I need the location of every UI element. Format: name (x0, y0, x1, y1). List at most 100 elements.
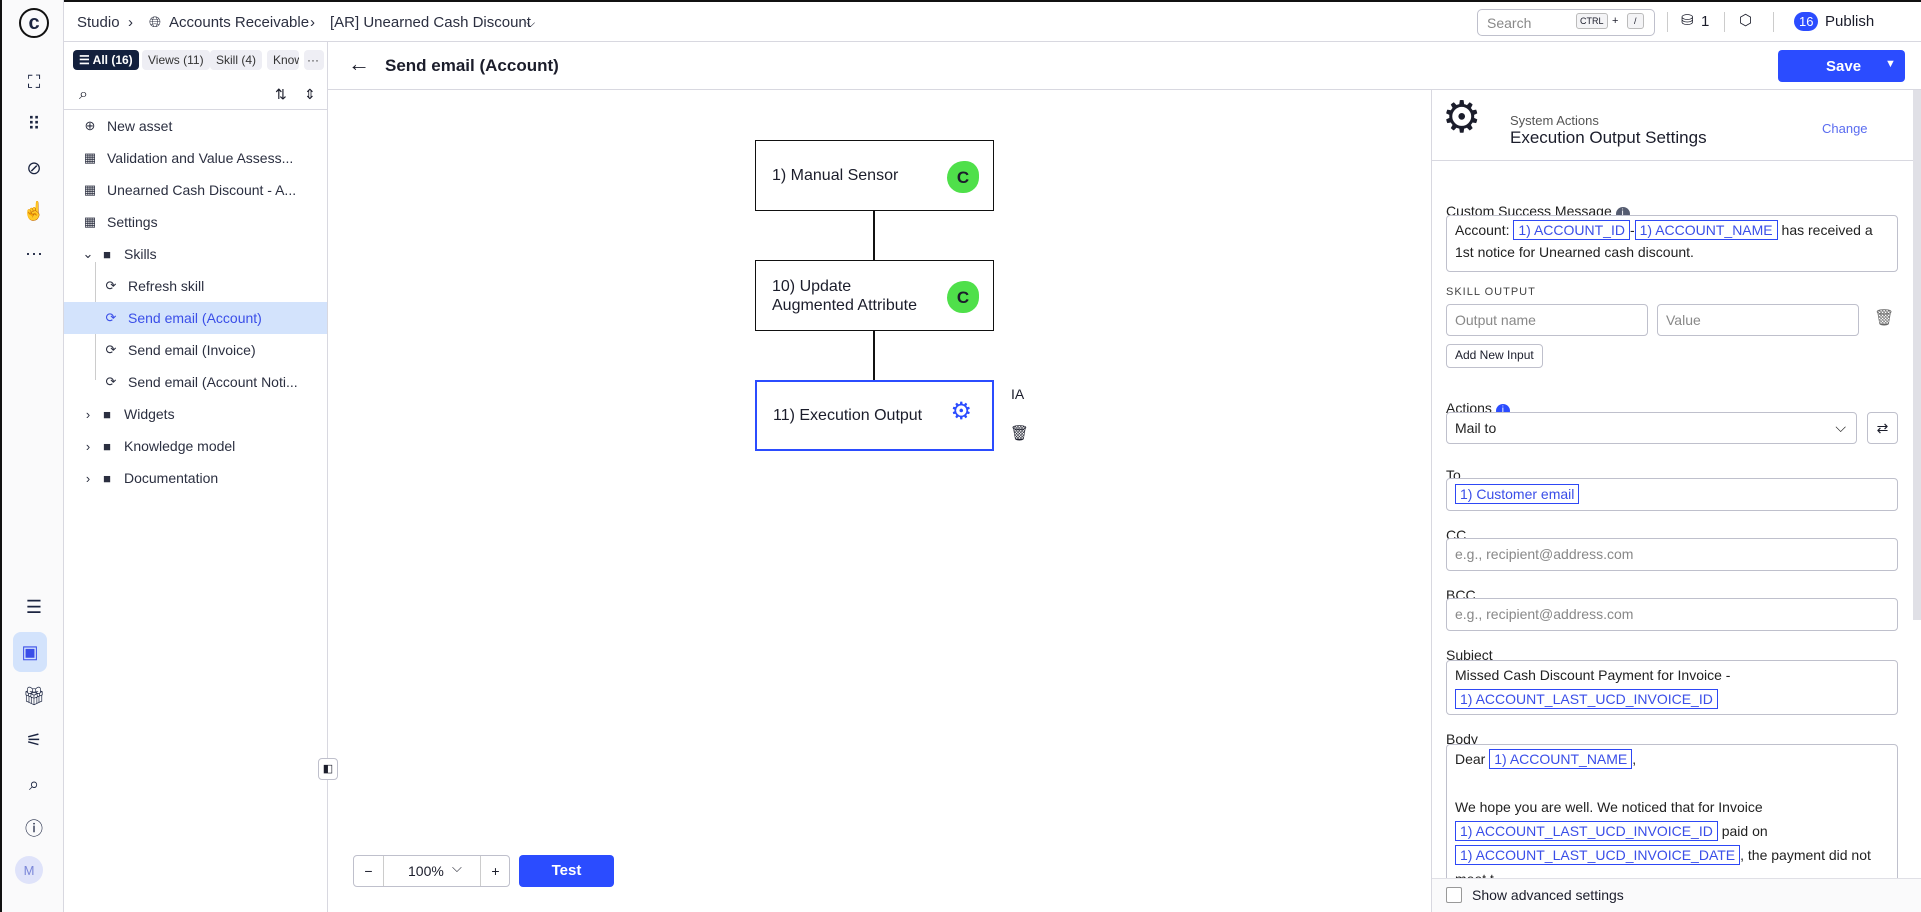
variable-token: 1) ACCOUNT_LAST_UCD_INVOICE_ID (1455, 689, 1718, 709)
skill-icon: ⟳ (105, 342, 117, 357)
collapse-all-icon[interactable]: ⇕ (304, 86, 316, 103)
hand-pointer-icon[interactable]: ☝ (16, 193, 52, 229)
variable-token: 1) ACCOUNT_NAME (1489, 749, 1633, 769)
tree-item-settings[interactable]: ▦ Settings (64, 206, 327, 238)
tree-item-skill[interactable]: ⟳ Send email (Account Noti... (64, 366, 327, 398)
chevron-right-icon: › (128, 14, 133, 31)
output-value-input[interactable]: Value (1657, 304, 1859, 336)
filter-skill[interactable]: Skill (4) (210, 50, 263, 70)
variable-token: 1) ACCOUNT_LAST_UCD_INVOICE_DATE (1455, 845, 1741, 865)
chevron-down-icon: ⌵ (1835, 419, 1846, 435)
breadcrumb-project[interactable]: Accounts Receivable (169, 14, 309, 31)
panel-footer: Show advanced settings (1432, 878, 1921, 912)
chevron-right-icon: › (310, 14, 315, 31)
database-icon[interactable]: ⛁ (1681, 11, 1694, 29)
breadcrumb-asset[interactable]: [AR] Unearned Cash Discount (330, 14, 531, 31)
tree-item-view[interactable]: ▦ Validation and Value Assess... (64, 142, 327, 174)
filter-views[interactable]: Views (11) (142, 50, 210, 70)
scan-icon[interactable]: ⛶ (16, 64, 52, 100)
swap-icon[interactable]: ⇄ (1867, 412, 1898, 444)
chevron-down-icon[interactable]: ⌵ (526, 16, 535, 31)
compass-icon[interactable]: ⊘ (16, 150, 52, 186)
zoom-control: − 100% ⌵ + (353, 855, 510, 887)
shortcut-key: / (1627, 13, 1644, 29)
skill-icon: ⟳ (105, 374, 117, 389)
tree-folder-documentation[interactable]: › ■ Documentation (64, 462, 327, 494)
change-link[interactable]: Change (1822, 121, 1868, 136)
tree-item-skill[interactable]: ⟳ Refresh skill (64, 270, 327, 302)
zoom-in-button[interactable]: + (480, 856, 510, 886)
flow-node-execution-output[interactable]: 11) Execution Output ⚙ (755, 380, 994, 451)
subject-input[interactable]: Missed Cash Discount Payment for Invoice… (1446, 660, 1898, 715)
bcc-input[interactable]: e.g., recipient@address.com (1446, 598, 1898, 631)
add-new-input-button[interactable]: Add New Input (1446, 344, 1543, 368)
test-button[interactable]: Test (519, 855, 614, 887)
folder-icon: ■ (103, 406, 111, 422)
rename-icon[interactable]: IA (1011, 386, 1024, 402)
more-icon[interactable]: ⋯ (16, 236, 52, 272)
apps-grid-icon[interactable]: ⠿ (16, 106, 52, 142)
studio-icon[interactable]: ▣ (13, 632, 47, 672)
body-input[interactable]: Dear 1) ACCOUNT_NAME, We hope you are we… (1446, 744, 1898, 884)
top-bar: Studio › 🌐︎ Accounts Receivable › [AR] U… (64, 0, 1921, 42)
advanced-settings-label[interactable]: Show advanced settings (1472, 887, 1624, 903)
caret-down-icon[interactable]: ▼ (1885, 58, 1896, 70)
search-icon[interactable]: ⌕ (16, 766, 52, 802)
global-search-input[interactable]: Search CTRL + / (1477, 9, 1655, 36)
gift-icon[interactable]: 🎁︎ (16, 678, 52, 714)
flow-node-update-attribute[interactable]: 10) Update Augmented Attribute C (755, 260, 994, 331)
left-rail: c ⛶ ⠿ ⊘ ☝ ⋯ ☰ ▣ 🎁︎ ⚟ ⌕ ⓘ M (0, 0, 64, 912)
logo-icon[interactable]: c (19, 8, 49, 38)
save-button[interactable]: Save ▼ (1778, 50, 1905, 82)
search-icon[interactable]: ⌕ (79, 86, 88, 104)
package-settings-icon[interactable]: ⬡ (1739, 11, 1752, 29)
success-message-input[interactable]: Account: 1) ACCOUNT_ID -1) ACCOUNT_NAME h… (1446, 215, 1898, 272)
tree-folder-knowledge-model[interactable]: › ■ Knowledge model (64, 430, 327, 462)
to-input[interactable]: 1) Customer email (1446, 478, 1898, 511)
view-icon: ▦ (83, 214, 97, 229)
cc-input[interactable]: e.g., recipient@address.com (1446, 538, 1898, 571)
folder-icon: ■ (103, 438, 111, 454)
collapse-sidebar-button[interactable]: ◧ (318, 758, 338, 780)
skill-icon: ⟳ (105, 278, 117, 293)
gear-icon: ⚙ (1442, 93, 1482, 142)
tree-folder-widgets[interactable]: › ■ Widgets (64, 398, 327, 430)
output-name-input[interactable]: Output name (1446, 304, 1648, 336)
skill-output-heading: SKILL OUTPUT (1446, 286, 1536, 298)
variable-token: 1) ACCOUNT_LAST_UCD_INVOICE_ID (1455, 821, 1718, 841)
editor-header: ← Send email (Account) Save ▼ (328, 42, 1921, 90)
filter-knowledge[interactable]: Know (267, 50, 299, 70)
back-arrow-icon[interactable]: ← (348, 51, 370, 77)
more-filters-button[interactable]: ··· (304, 50, 324, 70)
sliders-icon[interactable]: ⚟ (16, 722, 52, 758)
tree-item-view[interactable]: ▦ Unearned Cash Discount - A... (64, 174, 327, 206)
tree-item-skill-selected[interactable]: ⟳ Send email (Account) (64, 302, 327, 334)
advanced-settings-checkbox[interactable] (1446, 887, 1462, 903)
breadcrumb-studio[interactable]: Studio (77, 14, 120, 31)
tree-item-skill[interactable]: ⟳ Send email (Invoice) (64, 334, 327, 366)
avatar[interactable]: M (15, 856, 43, 884)
trash-icon[interactable]: 🗑︎ (1874, 308, 1894, 328)
scrollbar[interactable] (1913, 90, 1921, 620)
publish-button[interactable]: Publish (1825, 13, 1874, 30)
gear-icon: ⚙ (950, 398, 972, 425)
chevron-right-icon: › (85, 438, 91, 454)
chevron-right-icon: › (85, 406, 91, 422)
zoom-out-button[interactable]: − (354, 856, 384, 886)
database-icon[interactable]: ☰ (16, 589, 52, 625)
skill-icon: ⟳ (105, 310, 117, 325)
zoom-level-select[interactable]: 100% (408, 863, 444, 879)
flow-node-manual-sensor[interactable]: 1) Manual Sensor C (755, 140, 994, 211)
trash-icon[interactable]: 🗑︎ (1010, 424, 1029, 442)
sort-icon[interactable]: ⇅ (275, 86, 287, 103)
asset-sidebar: ☰ All (16) Views (11) Skill (4) Know ···… (64, 42, 328, 912)
view-icon: ▦ (83, 150, 97, 165)
new-asset-button[interactable]: ⊕ New asset (64, 110, 327, 142)
help-icon[interactable]: ⓘ (16, 810, 52, 846)
panel-title: Execution Output Settings (1510, 128, 1707, 147)
folder-icon: ■ (103, 470, 111, 486)
actions-select[interactable]: Mail to ⌵ (1446, 412, 1857, 444)
filter-all[interactable]: ☰ All (16) (73, 50, 139, 70)
cortex-badge-icon: C (947, 281, 979, 313)
tree-folder-skills[interactable]: ⌄ ■ Skills (64, 238, 327, 270)
